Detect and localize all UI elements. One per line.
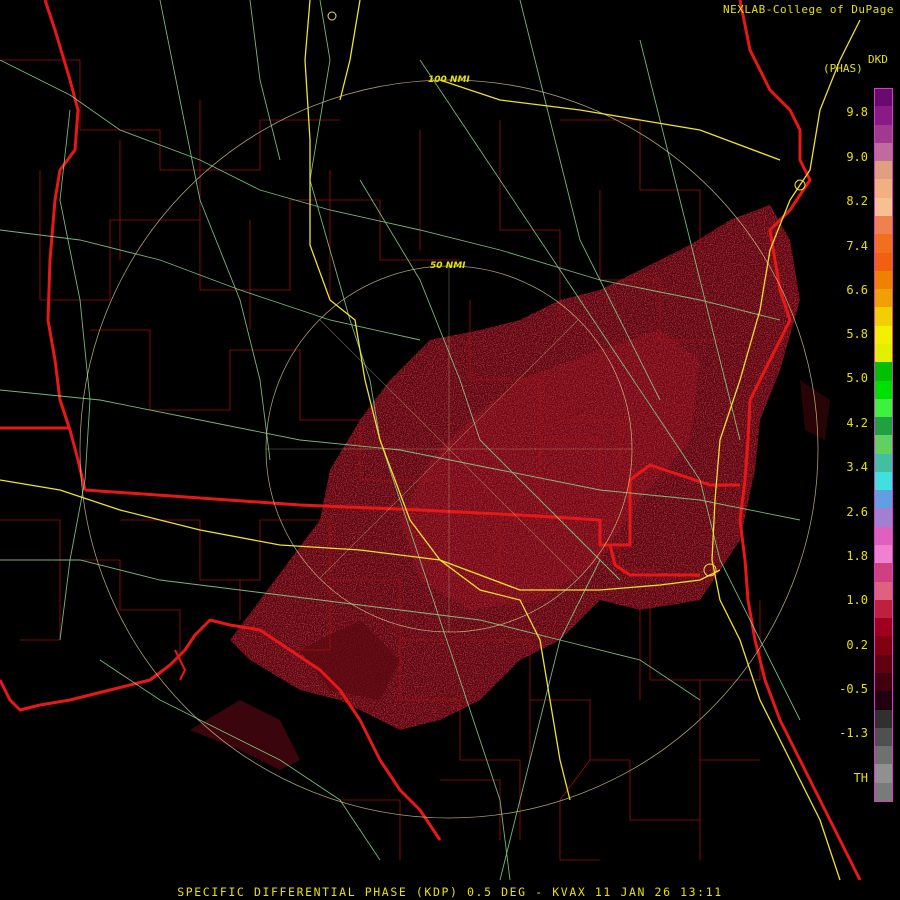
color-scale-tick-label: 1.0 <box>846 593 868 607</box>
color-scale-tick-label: -1.3 <box>839 726 868 740</box>
units-label-top: DKD <box>868 53 888 66</box>
color-scale-tick-label: 7.4 <box>846 239 868 253</box>
range-ring-50-label: 50 NMI <box>430 261 466 271</box>
color-scale-frame <box>874 88 893 801</box>
product-caption: SPECIFIC DIFFERENTIAL PHASE (KDP) 0.5 DE… <box>177 885 723 899</box>
color-scale-tick-label: 3.4 <box>846 460 868 474</box>
color-scale-tick-label: 9.8 <box>846 105 868 119</box>
radar-map: 50 NMI 100 NMI <box>0 0 862 881</box>
color-scale-tick-label: TH <box>853 771 868 785</box>
color-scale-tick-label: 6.6 <box>846 283 868 297</box>
color-scale-tick-label: 5.8 <box>846 327 868 341</box>
color-scale-tick-label: 9.0 <box>846 150 868 164</box>
color-scale-tick-label: 1.8 <box>846 549 868 563</box>
units-label-bottom: (PHAS) <box>823 62 863 75</box>
color-scale-tick-label: 2.6 <box>846 505 868 519</box>
kdp-echoes <box>190 205 830 770</box>
color-scale-tick-label: 8.2 <box>846 194 868 208</box>
color-scale-tick-label: -0.5 <box>839 682 868 696</box>
credit-label: NEXLAB-College of DuPage <box>723 3 894 16</box>
color-scale-tick-label: 0.2 <box>846 638 868 652</box>
range-ring-100-label: 100 NMI <box>428 75 470 85</box>
color-scale-bar <box>874 88 893 802</box>
color-scale-tick-label: 4.2 <box>846 416 868 430</box>
radial-spokes <box>266 266 632 632</box>
color-scale-tick-label: 5.0 <box>846 371 868 385</box>
